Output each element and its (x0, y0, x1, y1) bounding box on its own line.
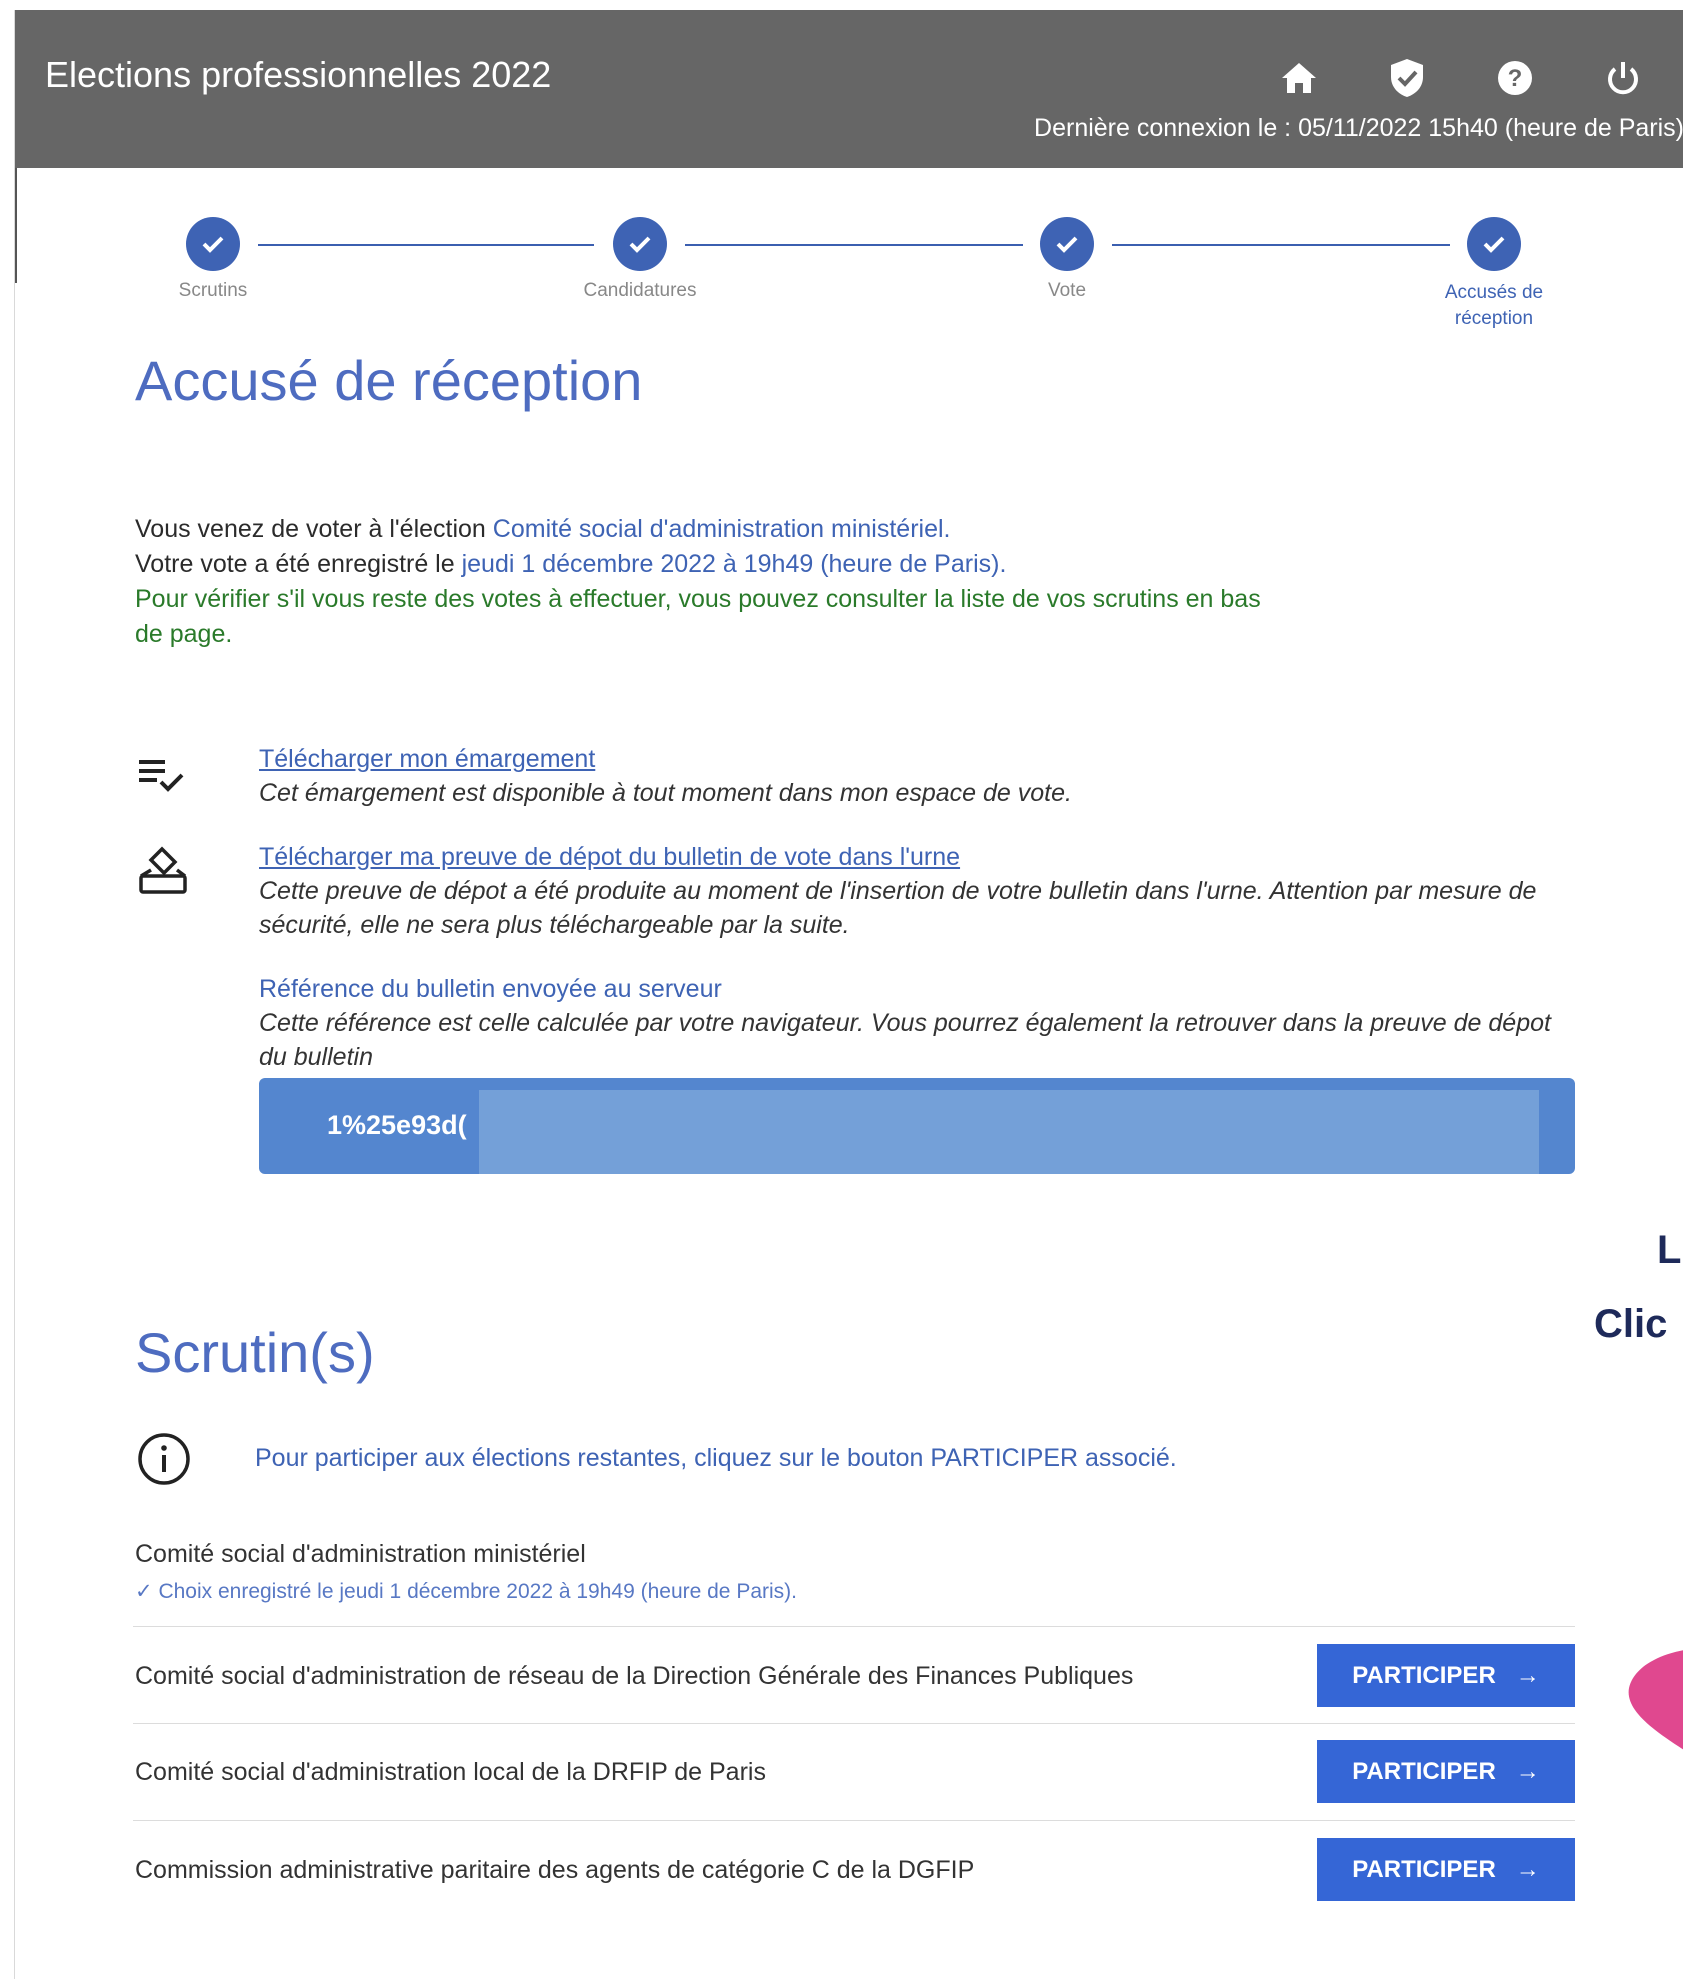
annotation-text: Clic (1594, 1302, 1668, 1346)
download-preuve-link[interactable]: Télécharger ma preuve de dépot du bullet… (259, 843, 960, 871)
info-text: Pour participer aux élections restantes,… (255, 1444, 1177, 1472)
download-emargement-link[interactable]: Télécharger mon émargement (259, 745, 595, 773)
home-icon[interactable] (1245, 56, 1353, 100)
intro-text: Votre vote a été enregistré le (135, 550, 462, 578)
row-divider (133, 1626, 1575, 1627)
scrutin-name: Comité social d'administration local de … (135, 1758, 766, 1786)
step-label-line: Accusés de (1444, 282, 1544, 303)
participer-button[interactable]: PARTICIPER → (1317, 1644, 1575, 1707)
confirmation-message: Vous venez de voter à l'élection Comité … (135, 512, 1285, 652)
reference-title: Référence du bulletin envoyée au serveur (259, 975, 722, 1003)
election-name: Comité social d'administration ministéri… (492, 515, 951, 543)
info-icon (135, 1430, 193, 1488)
participer-label: PARTICIPER (1352, 1661, 1496, 1689)
reference-value: 1%25e93d( (327, 1110, 467, 1140)
emargement-text: Télécharger mon émargement Cet émargemen… (259, 742, 1559, 810)
intro-text: Vous venez de voter à l'élection (135, 515, 493, 543)
step-label-candidatures: Candidatures (583, 280, 697, 301)
step-check-icon (1040, 217, 1094, 271)
page-title: Accusé de réception (135, 349, 643, 412)
annotation-text: L (1657, 1228, 1682, 1272)
step-connector (1112, 244, 1450, 246)
arrow-right-icon: → (1515, 1757, 1540, 1785)
progress-stepper: Scrutins Candidatures Vote Accusés de ré… (15, 210, 1683, 330)
participer-button[interactable]: PARTICIPER → (1317, 1740, 1575, 1803)
row-divider (133, 1820, 1575, 1821)
reference-text: Référence du bulletin envoyée au serveur… (259, 972, 1559, 1074)
last-login-text: Dernière connexion le : 05/11/2022 15h40… (1034, 114, 1683, 142)
ballot-box-icon (135, 844, 195, 904)
svg-text:?: ? (1508, 65, 1523, 92)
preuve-row: Télécharger ma preuve de dépot du bullet… (135, 840, 1585, 944)
scrutin-name: Comité social d'administration de réseau… (135, 1662, 1134, 1690)
app-title: Elections professionnelles 2022 (45, 54, 552, 95)
step-connector (685, 244, 1023, 246)
scrutin-status-text: Choix enregistré le jeudi 1 décembre 202… (158, 1580, 797, 1603)
pink-arrow-shape (1628, 1650, 1683, 1750)
preuve-text: Télécharger ma preuve de dépot du bullet… (259, 840, 1559, 942)
step-label-vote: Vote (1047, 280, 1087, 301)
remaining-votes-note: Pour vérifier s'il vous reste des votes … (135, 585, 1261, 648)
shield-check-icon[interactable] (1353, 56, 1461, 100)
preuve-description: Cette preuve de dépot a été produite au … (259, 877, 1537, 939)
scrutins-title: Scrutin(s) (135, 1321, 375, 1384)
reference-highlight (479, 1090, 1539, 1174)
step-label-scrutins: Scrutins (178, 280, 248, 301)
scrutin-row: Commission administrative paritaire des … (135, 1838, 1575, 1902)
participer-label: PARTICIPER (1352, 1757, 1496, 1785)
emargement-row: Télécharger mon émargement Cet émargemen… (135, 742, 1585, 812)
step-check-icon (613, 217, 667, 271)
scrutin-row: Comité social d'administration local de … (135, 1740, 1575, 1804)
power-icon[interactable] (1569, 56, 1677, 100)
scrutin-row: Comité social d'administration de réseau… (135, 1644, 1575, 1708)
reference-description: Cette référence est celle calculée par v… (259, 1009, 1551, 1071)
intro-line: Vous venez de voter à l'élection Comité … (135, 512, 1285, 547)
reference-value-box[interactable]: 1%25e93d( (259, 1078, 1575, 1174)
scrutin-status: ✓ Choix enregistré le jeudi 1 décembre 2… (135, 1579, 1585, 1604)
reference-row: Référence du bulletin envoyée au serveur… (135, 972, 1585, 1071)
check-icon: ✓ (135, 1580, 159, 1603)
scrutin-completed: Comité social d'administration ministéri… (135, 1540, 1585, 1604)
help-icon[interactable]: ? (1461, 56, 1569, 100)
participer-button[interactable]: PARTICIPER → (1317, 1838, 1575, 1901)
top-icons: ? (1245, 56, 1677, 100)
step-label-accuses: Accusés de réception (1404, 280, 1584, 332)
screenshot-frame: Elections professionnelles 2022 ? Derniè… (14, 10, 1683, 1979)
step-label-line: réception (1454, 308, 1534, 329)
scrutins-info: Pour participer aux élections restantes,… (135, 1430, 1435, 1486)
top-bar: Elections professionnelles 2022 ? Derniè… (15, 10, 1683, 168)
emargement-description: Cet émargement est disponible à tout mom… (259, 779, 1072, 807)
arrow-right-icon: → (1515, 1661, 1540, 1689)
participer-label: PARTICIPER (1352, 1855, 1496, 1883)
vote-date: jeudi 1 décembre 2022 à 19h49 (heure de … (461, 550, 1007, 578)
row-divider (133, 1723, 1575, 1724)
scrutin-name: Commission administrative paritaire des … (135, 1856, 975, 1884)
checklist-icon (135, 746, 195, 806)
step-connector (258, 244, 594, 246)
arrow-right-icon: → (1515, 1855, 1540, 1883)
step-check-icon (186, 217, 240, 271)
scrutin-name: Comité social d'administration ministéri… (135, 1540, 586, 1568)
intro-line: Votre vote a été enregistré le jeudi 1 d… (135, 547, 1285, 582)
step-check-icon (1467, 217, 1521, 271)
